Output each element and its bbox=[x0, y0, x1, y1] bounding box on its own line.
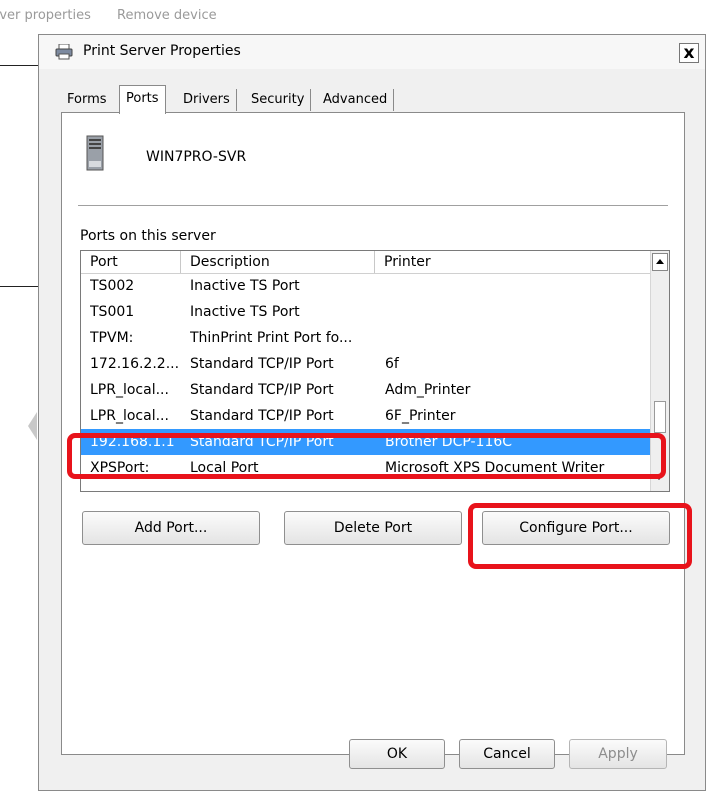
background-divider bbox=[0, 65, 38, 66]
column-header-port[interactable]: Port bbox=[81, 251, 181, 273]
add-port-button[interactable]: Add Port... bbox=[82, 511, 260, 545]
separator bbox=[78, 205, 668, 206]
description-cell: Local Port bbox=[190, 460, 259, 476]
tab-drivers[interactable]: Drivers bbox=[177, 89, 237, 111]
table-row[interactable]: 172.16.2.2... Standard TCP/IP Port 6f bbox=[81, 351, 651, 377]
scroll-thumb[interactable] bbox=[654, 401, 666, 433]
tab-forms[interactable]: Forms bbox=[61, 89, 113, 111]
port-cell: LPR_local... bbox=[90, 382, 169, 398]
port-cell: 172.16.2.2... bbox=[90, 356, 180, 372]
dialog-title: Print Server Properties bbox=[83, 43, 241, 59]
configure-port-button[interactable]: Configure Port... bbox=[482, 511, 670, 545]
table-row[interactable]: TPVM: ThinPrint Print Port fo... bbox=[81, 325, 651, 351]
port-cell: TS002 bbox=[90, 278, 135, 294]
port-cell: TS001 bbox=[90, 304, 135, 320]
scroll-up-icon[interactable] bbox=[652, 253, 668, 271]
printer-cell bbox=[385, 273, 649, 299]
port-cell: TPVM: bbox=[90, 330, 134, 346]
ok-button[interactable]: OK bbox=[349, 739, 445, 769]
column-header-description[interactable]: Description bbox=[181, 251, 375, 273]
printer-icon bbox=[55, 44, 73, 60]
description-cell: Standard TCP/IP Port bbox=[190, 408, 334, 424]
port-cell: 192.168.1.1 bbox=[90, 434, 175, 450]
tab-advanced[interactable]: Advanced bbox=[317, 89, 395, 111]
description-cell: Inactive TS Port bbox=[190, 304, 300, 320]
printer-cell: 6F_Printer bbox=[385, 408, 456, 424]
port-cell: XPSPort: bbox=[90, 460, 150, 476]
delete-port-button[interactable]: Delete Port bbox=[284, 511, 462, 545]
ports-listview[interactable]: Port Description Printer TS002 Inactive … bbox=[80, 250, 670, 492]
background-menu: rver properties Remove device bbox=[0, 8, 239, 28]
ports-tab-page: WIN7PRO-SVR Ports on this server Port De… bbox=[61, 112, 685, 755]
apply-button[interactable]: Apply bbox=[569, 739, 667, 769]
table-row[interactable]: XPSPort: Local Port Microsoft XPS Docume… bbox=[81, 455, 651, 481]
table-row[interactable]: TS002 Inactive TS Port bbox=[81, 273, 651, 299]
port-cell: LPR_local... bbox=[90, 408, 169, 424]
scroll-down-icon[interactable] bbox=[652, 469, 668, 487]
tab-security[interactable]: Security bbox=[245, 89, 312, 111]
background-arrow-icon bbox=[28, 412, 37, 440]
close-button[interactable]: x bbox=[679, 43, 699, 63]
tab-ports[interactable]: Ports bbox=[119, 85, 166, 114]
table-row[interactable]: LPR_local... Standard TCP/IP Port Adm_Pr… bbox=[81, 377, 651, 403]
description-cell: Inactive TS Port bbox=[190, 278, 300, 294]
remove-device-menu[interactable]: Remove device bbox=[117, 8, 217, 23]
server-name: WIN7PRO-SVR bbox=[146, 149, 247, 165]
cancel-button[interactable]: Cancel bbox=[459, 739, 555, 769]
description-cell: Standard TCP/IP Port bbox=[190, 382, 334, 398]
column-header-printer[interactable]: Printer bbox=[375, 251, 651, 273]
printer-cell: Brother DCP-116C bbox=[385, 434, 513, 450]
vertical-scrollbar[interactable] bbox=[650, 251, 669, 491]
background-divider bbox=[0, 286, 38, 287]
description-cell: Standard TCP/IP Port bbox=[190, 356, 334, 372]
table-row[interactable]: LPR_local... Standard TCP/IP Port 6F_Pri… bbox=[81, 403, 651, 429]
title-bar[interactable]: Print Server Properties x bbox=[39, 35, 705, 69]
description-cell: ThinPrint Print Port fo... bbox=[190, 330, 353, 346]
printer-cell: Adm_Printer bbox=[385, 382, 471, 398]
ports-list-label: Ports on this server bbox=[80, 228, 216, 244]
printer-cell: Microsoft XPS Document Writer bbox=[385, 460, 605, 476]
printer-cell: 6f bbox=[385, 356, 399, 372]
description-cell: Standard TCP/IP Port bbox=[190, 434, 334, 450]
print-server-properties-dialog: Print Server Properties x Forms Ports Dr… bbox=[38, 34, 706, 791]
server-properties-menu[interactable]: rver properties bbox=[0, 8, 91, 23]
server-tower-icon bbox=[86, 135, 104, 171]
printer-cell bbox=[385, 325, 649, 351]
table-row-selected[interactable]: 192.168.1.1 Standard TCP/IP Port Brother… bbox=[81, 429, 651, 455]
table-row[interactable]: TS001 Inactive TS Port bbox=[81, 299, 651, 325]
listview-header: Port Description Printer bbox=[81, 251, 651, 274]
printer-cell bbox=[385, 299, 649, 325]
